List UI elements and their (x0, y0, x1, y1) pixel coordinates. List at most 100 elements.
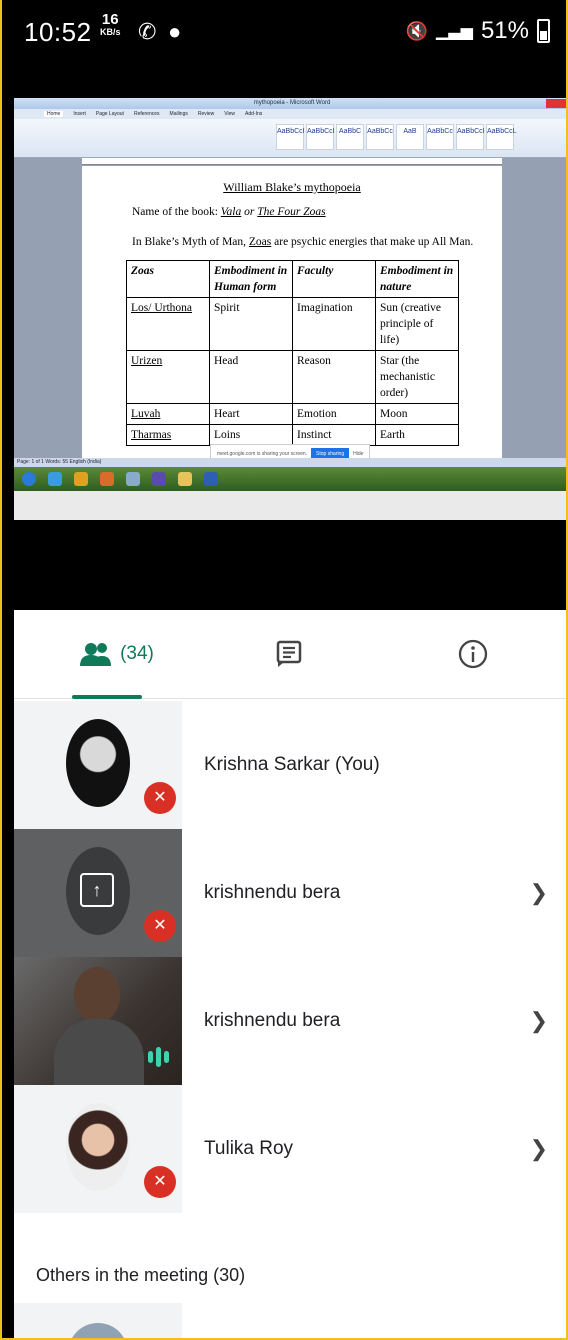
video-feed (74, 967, 120, 1023)
tab-chat[interactable] (244, 610, 334, 698)
table-cell: Urizen (126, 350, 210, 404)
word-style-preset[interactable]: AaBbCcI (276, 124, 305, 150)
table-header: Faculty (292, 260, 376, 298)
avatar (66, 1103, 130, 1191)
word-titlebar: mythopoeia - Microsoft Word (14, 98, 566, 109)
table-cell: Los/ Urthona (126, 297, 210, 351)
table-cell: Spirit (209, 297, 293, 351)
hide-button[interactable]: Hide (353, 451, 363, 457)
participant-row[interactable]: ✕ Tulika Roy ❯ (14, 1085, 566, 1213)
word-menu-item[interactable]: References (134, 111, 160, 117)
avatar (68, 1323, 128, 1338)
word-style-preset[interactable]: AaBbCcI (306, 124, 335, 150)
mic-muted-icon: ✕ (144, 1166, 176, 1198)
participant-row[interactable]: ↑ ✕ krishnendu bera ❯ (14, 829, 566, 957)
start-icon (22, 472, 36, 486)
mute-notifications-icon: 🔇 (405, 20, 429, 41)
table-cell: Tharmas (126, 424, 210, 446)
table-cell: Moon (375, 403, 459, 425)
close-window-icon (546, 99, 566, 108)
mic-muted-icon: ✕ (144, 782, 176, 814)
zoas-table: Zoas Embodiment in Human form Faculty Em… (126, 260, 459, 446)
participant-tile (14, 957, 182, 1085)
document-page: William Blake’s mythopoeia Name of the b… (82, 166, 502, 466)
word-menu-item[interactable]: Home (44, 111, 64, 117)
word-menu-item[interactable]: Mailings (170, 111, 188, 117)
battery-percent: 51% (480, 17, 529, 44)
network-speed: 16 KB/s (100, 11, 121, 37)
book-line: Name of the book: Vala or The Four Zoas (132, 206, 326, 218)
table-cell: Head (209, 350, 293, 404)
table-header-row: Zoas Embodiment in Human form Faculty Em… (126, 260, 459, 298)
chevron-right-icon[interactable]: ❯ (530, 957, 548, 1085)
app-icon (100, 472, 114, 486)
participant-row[interactable]: ✕ Krishna Sarkar (You) (14, 701, 566, 829)
battery-icon (537, 19, 550, 43)
participant-name: Krishna Sarkar (You) (204, 754, 380, 775)
word-style-preset[interactable]: AaBbCc (366, 124, 394, 150)
mic-muted-icon: ✕ (144, 910, 176, 942)
chat-icon (276, 640, 302, 667)
table-header: Zoas (126, 260, 210, 298)
tab-info[interactable] (428, 610, 518, 698)
shared-screen[interactable]: mythopoeia - Microsoft Word Home Insert Pa… (14, 98, 566, 520)
meeting-panel: (34) ✕ Krishna Sarkar (You) ↑ ✕ krishnen… (14, 610, 566, 1338)
presenting-icon: ↑ (80, 873, 114, 907)
word-menubar: Home Insert Page Layout References Mailings R… (14, 109, 566, 119)
chevron-right-icon[interactable]: ❯ (530, 1085, 548, 1213)
table-cell: Loins (209, 424, 293, 446)
tab-people[interactable]: (34) (60, 610, 174, 698)
word-style-preset[interactable]: AaBbC (336, 124, 364, 150)
word-style-preset[interactable]: AaBbCcL (486, 124, 517, 150)
chevron-right-icon[interactable]: ❯ (530, 829, 548, 957)
word-ribbon: AaBbCcI AaBbCcI AaBbC AaBbCc AaB AaBbCc AaBbCc… (14, 119, 566, 158)
table-cell: Instinct (292, 424, 376, 446)
location-icon: ● (168, 19, 182, 44)
word-style-preset[interactable]: AaB (396, 124, 424, 150)
participant-tile: ✕ (14, 1085, 182, 1213)
word-menu-item[interactable]: Insert (73, 111, 86, 117)
avatar (66, 719, 130, 807)
word-statusbar: Page: 1 of 1 Words: 55 English (India) (14, 458, 566, 467)
participant-name: krishnendu bera (204, 1010, 341, 1031)
word-menu-item[interactable]: Add-Ins (245, 111, 262, 117)
table-row: Tharmas Loins Instinct Earth (126, 424, 459, 446)
word-menu-item[interactable]: Review (198, 111, 214, 117)
table-cell: Emotion (292, 403, 376, 425)
participant-tile (14, 1303, 182, 1338)
windows-taskbar (14, 467, 566, 491)
word-menu-item[interactable]: View (224, 111, 235, 117)
ie-icon (48, 472, 62, 486)
table-cell: Imagination (292, 297, 376, 351)
table-header: Embodiment in Human form (209, 260, 293, 298)
document-area: William Blake’s mythopoeia Name of the b… (14, 158, 566, 466)
folder-icon (178, 472, 192, 486)
chrome-icon (74, 472, 88, 486)
doc-title: William Blake’s mythopoeia (223, 180, 361, 194)
clock: 10:52 (24, 17, 92, 47)
table-cell: Earth (375, 424, 459, 446)
people-icon (80, 643, 112, 666)
table-row: Luvah Heart Emotion Moon (126, 403, 459, 425)
participant-tile: ✕ (14, 701, 182, 829)
participant-name: krishnendu bera (204, 882, 341, 903)
info-icon (458, 639, 488, 669)
speaking-icon (148, 1047, 169, 1067)
table-cell: Heart (209, 403, 293, 425)
table-row: Los/ Urthona Spirit Imagination Sun (cre… (126, 297, 459, 351)
table-cell: Luvah (126, 403, 210, 425)
media-player-icon (152, 472, 166, 486)
word-menu-item[interactable]: Page Layout (96, 111, 124, 117)
phone-frame: 10:52 16 KB/s ✆ ● 🔇 ▁▃▅ 51% mythopoeia -… (0, 0, 568, 1340)
participant-row[interactable]: krishnendu bera ❯ (14, 957, 566, 1085)
table-cell: Sun (creative principle of life) (375, 297, 459, 351)
app-icon (126, 472, 140, 486)
participant-tile: ↑ ✕ (14, 829, 182, 957)
ruler (82, 158, 502, 165)
participant-name: Tulika Roy (204, 1138, 294, 1159)
word-style-preset[interactable]: AaBbCcI (456, 124, 485, 150)
table-header: Embodiment in nature (375, 260, 459, 298)
word-style-preset[interactable]: AaBbCc (426, 124, 454, 150)
myth-line: In Blake’s Myth of Man, Zoas are psychic… (132, 236, 474, 248)
status-bar: 10:52 16 KB/s ✆ ● 🔇 ▁▃▅ 51% (2, 0, 566, 62)
